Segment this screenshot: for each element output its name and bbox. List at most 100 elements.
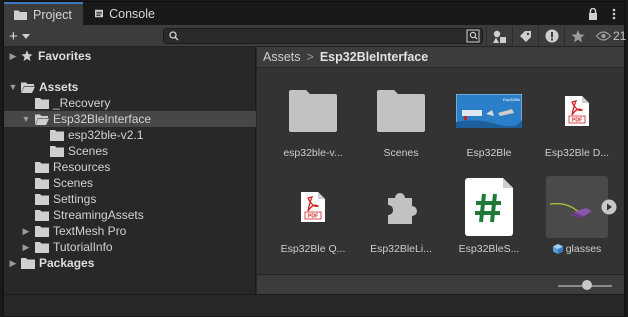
tag-icon [520, 30, 531, 42]
tab-bar: Project Console [4, 2, 624, 25]
create-asset-button[interactable]: + [9, 27, 30, 45]
breadcrumb-assets[interactable]: Assets [263, 50, 301, 64]
tree-item[interactable]: esp32ble-v2.1 [4, 127, 256, 143]
puzzle-piece-icon [388, 193, 418, 224]
shapes-icon [492, 30, 506, 43]
tree-assets[interactable]: ▼ Assets [4, 79, 256, 95]
assets-label: Assets [39, 80, 79, 94]
collapsed-arrow-icon[interactable]: ▶ [21, 239, 31, 255]
console-icon [95, 9, 104, 18]
search-input[interactable] [163, 28, 483, 44]
tree-item[interactable]: Scenes [4, 143, 256, 159]
filter-by-type-button[interactable] [486, 26, 512, 46]
expanded-arrow-icon[interactable]: ▼ [21, 111, 31, 127]
asset-name: glasses [565, 243, 602, 255]
more-options-icon[interactable] [612, 8, 616, 20]
folder-icon [35, 241, 49, 253]
folder-icon [35, 209, 49, 221]
breadcrumb-current[interactable]: Esp32BleInterface [320, 50, 428, 64]
tree-favorites[interactable]: ▶ Favorites [4, 48, 256, 64]
tab-project[interactable]: Project [4, 2, 83, 25]
filter-buttons: 21 [486, 26, 626, 46]
tab-console[interactable]: Console [85, 2, 165, 25]
tree-item[interactable]: Resources [4, 159, 256, 175]
folder-icon [50, 145, 64, 157]
folder-icon [35, 97, 49, 109]
tree-item[interactable]: StreamingAssets [4, 207, 256, 223]
expanded-arrow-icon[interactable]: ▼ [8, 79, 18, 95]
asset-grid-panel: Assets > Esp32BleInterface esp32ble-v...… [257, 47, 624, 294]
folder-icon [377, 90, 425, 132]
folder-tree: ▶ Favorites ▼ Assets _Recovery ▼ Esp32Bl… [4, 47, 256, 294]
pdf-badge: PDF [308, 214, 318, 220]
breadcrumb: Assets > Esp32BleInterface [257, 47, 624, 68]
asset-item-pdf[interactable]: PDF Esp32Ble Q... [275, 173, 351, 255]
collapsed-arrow-icon[interactable]: ▶ [8, 48, 18, 64]
open-folder-icon [35, 114, 49, 125]
tree-packages[interactable]: ▶ Packages [4, 255, 256, 271]
tree-item-label: Scenes [68, 144, 109, 158]
alert-icon [545, 29, 558, 43]
project-window: Project Console + 21 ▶ Favorites ▼ Asset… [3, 1, 626, 316]
asset-item-script[interactable]: Esp32BleS... [451, 173, 527, 255]
asset-name: Esp32BleLi... [370, 243, 432, 255]
folder-icon [21, 257, 35, 269]
lock-icon[interactable] [588, 7, 598, 20]
asset-item-folder[interactable]: esp32ble-v... [275, 77, 351, 159]
thumbnail-size-slider-handle[interactable] [582, 280, 592, 290]
hidden-count: 21 [613, 29, 627, 43]
thumb-label: Esp32Ble [503, 97, 521, 102]
add-label: + [9, 27, 18, 45]
favorites-filter-button[interactable] [564, 26, 590, 46]
star-icon [571, 29, 584, 42]
tree-item[interactable]: _Recovery [4, 95, 256, 111]
tree-item[interactable]: ▶ TutorialInfo [4, 239, 256, 255]
asset-item-folder[interactable]: Scenes [363, 77, 439, 159]
window-footer [4, 294, 624, 316]
window-controls [588, 2, 616, 25]
tree-item[interactable]: Scenes [4, 175, 256, 191]
grid-bottom-bar [257, 274, 624, 294]
favorites-label: Favorites [38, 49, 92, 63]
asset-name: esp32ble-v... [283, 147, 343, 159]
pdf-icon: PDF [565, 96, 589, 126]
hidden-packages-toggle[interactable]: 21 [590, 29, 626, 43]
tree-item[interactable]: ▶ TextMesh Pro [4, 223, 256, 239]
tree-item-selected[interactable]: ▼ Esp32BleInterface [4, 111, 256, 127]
chevron-down-icon [21, 33, 30, 39]
folder-icon [289, 90, 337, 132]
tree-item[interactable]: Settings [4, 191, 256, 207]
cube-icon [552, 244, 563, 254]
folder-icon [35, 161, 49, 173]
asset-item-pdf[interactable]: PDF Esp32Ble D... [539, 77, 615, 159]
folder-icon [14, 10, 27, 20]
collapsed-arrow-icon[interactable]: ▶ [8, 255, 18, 271]
search-by-type-icon[interactable] [466, 29, 480, 43]
tab-project-label: Project [33, 7, 72, 22]
asset-item-image[interactable]: Esp32Ble Esp32Ble [451, 77, 527, 159]
asset-name-row: glasses [539, 243, 615, 255]
filter-by-warning-button[interactable] [538, 26, 564, 46]
tree-item-label: TutorialInfo [53, 240, 113, 254]
pdf-badge: PDF [572, 118, 582, 124]
asset-item-plugin[interactable]: Esp32BleLi... [363, 173, 439, 255]
asset-name: Scenes [383, 147, 419, 159]
tree-item-label: Resources [53, 160, 111, 174]
tree-item-label: Esp32BleInterface [53, 112, 152, 126]
filter-by-label-button[interactable] [512, 26, 538, 46]
folder-icon [35, 177, 49, 189]
project-toolbar: + 21 [4, 25, 626, 47]
tree-item-label: StreamingAssets [53, 208, 144, 222]
asset-name: Esp32Ble [466, 147, 512, 159]
tree-item-label: TextMesh Pro [53, 224, 127, 238]
star-icon [21, 50, 33, 61]
play-preview-icon[interactable] [601, 199, 617, 215]
image-thumbnail: Esp32Ble [456, 94, 522, 128]
tree-item-label: Scenes [53, 176, 94, 190]
collapsed-arrow-icon[interactable]: ▶ [21, 223, 31, 239]
eye-icon [596, 31, 611, 41]
asset-name: Esp32BleS... [458, 243, 520, 255]
asset-item-model[interactable]: glasses [539, 173, 617, 255]
asset-name: Esp32Ble Q... [280, 243, 346, 255]
folder-icon [35, 193, 49, 205]
